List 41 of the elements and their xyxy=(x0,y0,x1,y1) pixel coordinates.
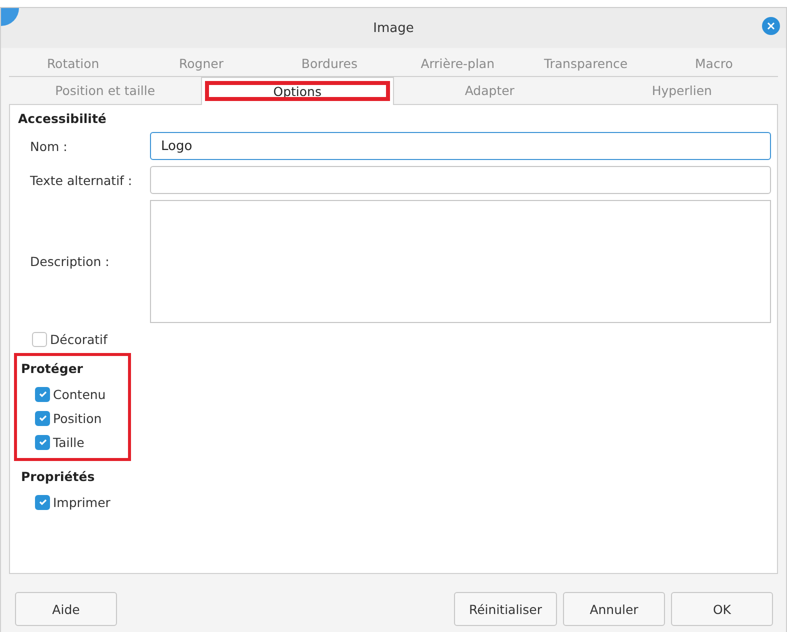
dialog-button[interactable]: Réinitialiser xyxy=(454,592,557,626)
tab[interactable]: Transparence xyxy=(522,50,650,76)
field-label: Description : xyxy=(30,254,110,269)
checkbox[interactable] xyxy=(35,434,50,450)
checkbox[interactable] xyxy=(35,410,50,426)
window-title: Image xyxy=(373,20,414,36)
dialog-button[interactable]: OK xyxy=(671,592,773,626)
section-heading: Propriétés xyxy=(21,469,96,484)
check-icon xyxy=(38,497,48,507)
tab[interactable]: Bordures xyxy=(265,50,394,76)
input-field[interactable] xyxy=(150,166,771,194)
tab[interactable]: Macro xyxy=(650,50,778,76)
section-heading: Protéger xyxy=(21,361,84,376)
tab[interactable]: Options xyxy=(201,77,394,105)
field-label: Texte alternatif : xyxy=(30,172,134,188)
corner-icon xyxy=(1,8,19,26)
section-heading: Accessibilité xyxy=(18,111,108,126)
checkbox-label: Position xyxy=(53,410,102,426)
close-icon xyxy=(767,22,775,30)
dialog-button[interactable]: Annuler xyxy=(563,592,665,626)
tab[interactable]: Position et taille xyxy=(9,77,202,103)
check-icon xyxy=(38,413,48,423)
checkbox-label: Taille xyxy=(53,434,84,450)
tab[interactable]: Rogner xyxy=(137,50,266,76)
checkbox[interactable] xyxy=(35,386,50,402)
tab[interactable]: Rotation xyxy=(9,50,138,76)
checkbox-label: Décoratif xyxy=(50,332,108,346)
checkbox[interactable] xyxy=(32,332,47,346)
tab[interactable]: Arrière-plan xyxy=(394,50,522,76)
checkbox[interactable] xyxy=(35,494,50,510)
description-field[interactable] xyxy=(150,200,771,323)
checkbox-label: Imprimer xyxy=(53,494,110,510)
checkbox-label: Contenu xyxy=(53,386,106,402)
input-field[interactable]: Logo xyxy=(150,132,771,160)
tab[interactable]: Hyperlien xyxy=(586,77,778,103)
check-icon xyxy=(38,437,48,447)
help-button[interactable]: Aide xyxy=(15,592,117,626)
close-button[interactable] xyxy=(762,17,780,35)
tab[interactable]: Adapter xyxy=(394,77,586,103)
check-icon xyxy=(38,389,48,399)
field-label: Nom : xyxy=(30,138,68,154)
